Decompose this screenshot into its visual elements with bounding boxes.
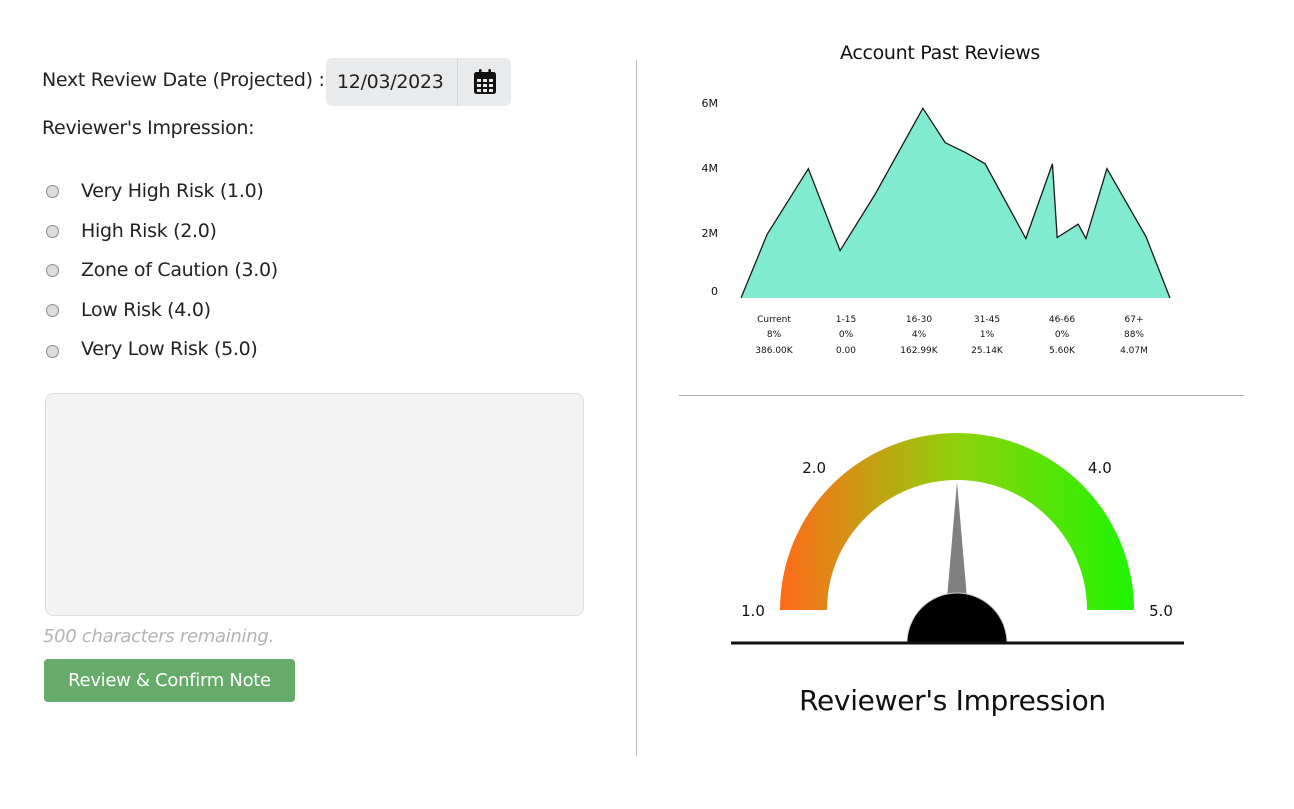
bucket-label: 67+ [1125, 315, 1144, 325]
radio-button[interactable] [46, 224, 59, 238]
date-picker [326, 58, 511, 106]
impression-label: Reviewer's Impression: [42, 117, 255, 139]
gauge-needle [946, 482, 968, 610]
bucket-label: 31-45 [974, 315, 1000, 325]
bucket-amount: 4.07M [1120, 346, 1148, 356]
radio-option-very-high-risk[interactable]: Very High Risk (1.0) [46, 180, 264, 202]
bucket-amount: 162.99K [900, 346, 938, 356]
bucket-amount: 386.00K [755, 346, 793, 356]
radio-button[interactable] [46, 263, 59, 277]
next-review-date-label: Next Review Date (Projected) : [42, 69, 325, 91]
bucket-percent: 1% [980, 330, 995, 340]
bucket-label: Current [757, 315, 791, 325]
bucket-label: 1-15 [836, 315, 856, 325]
chart-title: Account Past Reviews [839, 42, 1041, 64]
radio-label: Zone of Caution (3.0) [81, 259, 278, 281]
gauge-hub [906, 592, 1008, 644]
radio-button[interactable] [46, 344, 59, 358]
radio-option-very-low-risk[interactable]: Very Low Risk (5.0) [46, 338, 258, 360]
calendar-button[interactable] [457, 58, 511, 106]
radio-button[interactable] [46, 303, 59, 317]
account-past-reviews-chart: 0 2M 4M 6M Current 8% 386.00K 1-15 0% 0.00 16-30 4%… [702, 97, 1171, 356]
characters-remaining: 500 characters remaining. [43, 626, 274, 647]
bucket-percent: 0% [1055, 330, 1070, 340]
review-confirm-note-button[interactable]: Review & Confirm Note [44, 659, 295, 702]
gauge-tick-label: 2.0 [802, 459, 826, 477]
y-tick-label: 2M [702, 227, 719, 240]
bucket-label: 16-30 [906, 315, 932, 325]
radio-option-zone-of-caution[interactable]: Zone of Caution (3.0) [46, 259, 278, 281]
y-tick-label: 6M [702, 97, 719, 110]
review-notes-textarea[interactable] [45, 393, 584, 616]
y-tick-label: 0 [711, 285, 718, 298]
gauge-tick-label: 3.0 [945, 415, 969, 418]
bucket-percent: 4% [912, 330, 927, 340]
bucket-amount: 5.60K [1049, 346, 1076, 356]
radio-label: Very Low Risk (5.0) [81, 338, 258, 360]
vertical-divider [636, 60, 637, 756]
next-review-date-input[interactable] [326, 58, 457, 106]
gauge-tick-label: 5.0 [1149, 602, 1173, 620]
bucket-label: 46-66 [1049, 315, 1075, 325]
reviewer-impression-gauge: 1.0 2.0 3.0 4.0 5.0 [731, 415, 1184, 645]
bucket-amount: 25.14K [971, 346, 1004, 356]
horizontal-divider [679, 395, 1244, 396]
radio-label: High Risk (2.0) [81, 220, 217, 242]
bucket-amount: 0.00 [836, 346, 856, 356]
gauge-tick-label: 1.0 [741, 602, 765, 620]
radio-button[interactable] [46, 184, 59, 198]
bucket-percent: 88% [1124, 330, 1144, 340]
gauge-title: Reviewer's Impression [799, 684, 1106, 717]
area-fill [741, 108, 1170, 298]
radio-label: Low Risk (4.0) [81, 299, 211, 321]
radio-option-high-risk[interactable]: High Risk (2.0) [46, 220, 217, 242]
radio-label: Very High Risk (1.0) [81, 180, 264, 202]
calendar-icon [473, 69, 496, 94]
gauge-tick-label: 4.0 [1088, 459, 1112, 477]
y-tick-label: 4M [702, 162, 719, 175]
bucket-percent: 0% [839, 330, 854, 340]
bucket-percent: 8% [767, 330, 782, 340]
radio-option-low-risk[interactable]: Low Risk (4.0) [46, 299, 211, 321]
